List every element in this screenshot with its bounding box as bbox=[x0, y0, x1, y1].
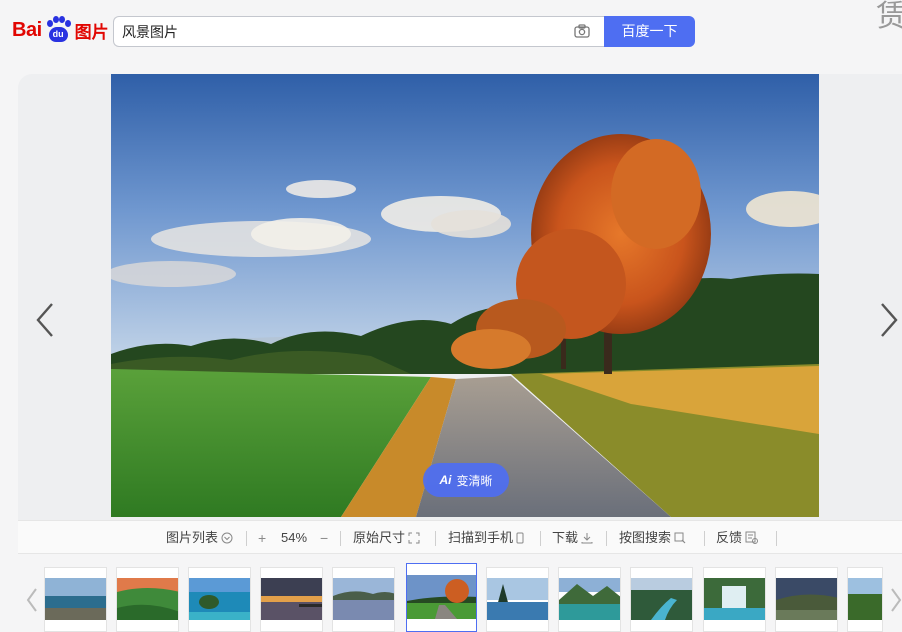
chevron-circle-icon bbox=[221, 532, 233, 544]
feedback-label: 反馈 bbox=[716, 530, 743, 545]
thumbnail-waterfall-cascade[interactable] bbox=[703, 567, 766, 632]
ai-icon: Ai bbox=[439, 473, 452, 487]
thumbnails-prev-arrow-icon[interactable] bbox=[24, 586, 40, 614]
zoom-in-button[interactable]: + bbox=[258, 521, 266, 555]
expand-icon bbox=[408, 532, 420, 544]
download-button[interactable]: 下载 bbox=[552, 521, 593, 555]
feedback-icon bbox=[745, 531, 759, 544]
ai-enhance-button[interactable]: Ai 变清晰 bbox=[423, 463, 509, 497]
image-list-label: 图片列表 bbox=[166, 530, 219, 545]
paw-icon: du bbox=[43, 15, 73, 45]
toolbar-divider bbox=[776, 531, 777, 546]
thumbnail-mountain-lake[interactable] bbox=[558, 567, 621, 632]
scan-to-phone-label: 扫描到手机 bbox=[448, 530, 514, 545]
thumbnail-pier-sunset[interactable] bbox=[260, 567, 323, 632]
thumbnail-forest-edge[interactable] bbox=[847, 567, 883, 632]
image-list-button[interactable]: 图片列表 bbox=[166, 521, 233, 555]
image-toolbar: 图片列表 + 54% − 原始尺寸 扫描到手机 下载 按图搜索 反馈 bbox=[18, 520, 902, 554]
main-image[interactable] bbox=[111, 74, 819, 517]
minus-icon: − bbox=[320, 530, 329, 546]
corner-glyph: 赁 bbox=[876, 0, 902, 34]
thumbnail-tropical-bay[interactable] bbox=[188, 567, 251, 632]
feedback-button[interactable]: 反馈 bbox=[716, 521, 759, 555]
logo-du-text: du bbox=[48, 27, 68, 42]
original-size-label: 原始尺寸 bbox=[353, 530, 406, 545]
thumbnails-next-arrow-icon[interactable] bbox=[888, 586, 902, 614]
toolbar-divider bbox=[246, 531, 247, 546]
toolbar-divider bbox=[435, 531, 436, 546]
header: Bai du 图片 百度一下 赁 bbox=[0, 0, 902, 60]
zoom-level: 54% bbox=[281, 530, 308, 545]
toolbar-divider bbox=[540, 531, 541, 546]
toolbar-divider bbox=[704, 531, 705, 546]
toolbar-divider bbox=[606, 531, 607, 546]
phone-icon bbox=[516, 532, 524, 544]
camera-icon[interactable] bbox=[574, 24, 590, 38]
plus-icon: + bbox=[258, 530, 267, 546]
image-search-icon bbox=[674, 532, 686, 544]
download-icon bbox=[581, 533, 593, 544]
previous-image-arrow-icon[interactable] bbox=[32, 300, 60, 340]
logo-tupian-text: 图片 bbox=[74, 22, 109, 42]
search-button[interactable]: 百度一下 bbox=[604, 16, 695, 47]
scan-to-phone-button[interactable]: 扫描到手机 bbox=[448, 521, 524, 555]
search-by-image-button[interactable]: 按图搜索 bbox=[619, 521, 686, 555]
thumbnail-coast-cliffs[interactable] bbox=[44, 567, 107, 632]
next-image-arrow-icon[interactable] bbox=[874, 300, 902, 340]
ai-enhance-label: 变清晰 bbox=[456, 473, 493, 488]
baidu-images-logo[interactable]: Bai du 图片 bbox=[12, 12, 109, 48]
zoom-out-button[interactable]: − bbox=[320, 521, 328, 555]
search-box bbox=[113, 16, 604, 47]
thumbnail-autumn-road-active[interactable] bbox=[406, 563, 477, 632]
toolbar-divider bbox=[340, 531, 341, 546]
logo-bai-text: Bai bbox=[12, 18, 42, 41]
thumbnail-river-valley[interactable] bbox=[630, 567, 693, 632]
thumbnail-lake-reflection[interactable] bbox=[332, 567, 395, 632]
search-input[interactable] bbox=[114, 17, 554, 46]
thumbnail-dusk-hills[interactable] bbox=[775, 567, 838, 632]
thumbnail-pine-lake[interactable] bbox=[486, 567, 549, 632]
download-label: 下载 bbox=[552, 530, 579, 545]
search-by-image-label: 按图搜索 bbox=[619, 530, 672, 545]
original-size-button[interactable]: 原始尺寸 bbox=[353, 521, 420, 555]
thumbnail-green-valley-sunset[interactable] bbox=[116, 567, 179, 632]
